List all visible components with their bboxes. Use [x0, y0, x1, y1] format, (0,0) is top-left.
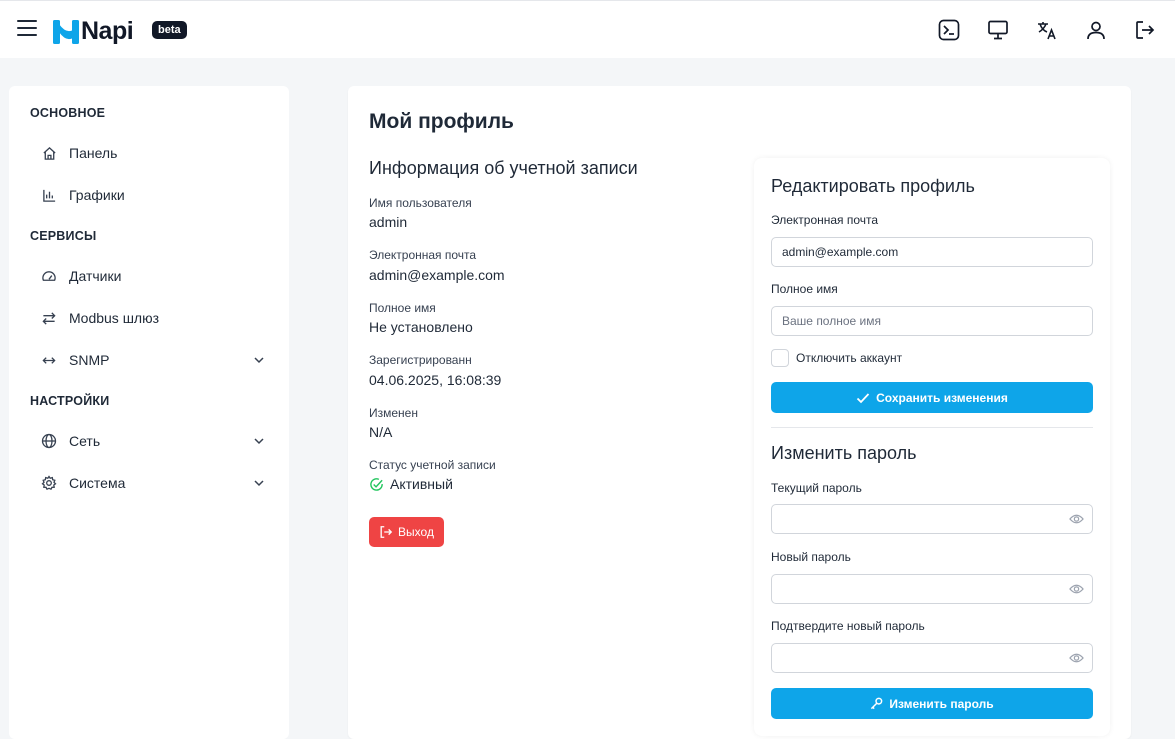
- beta-badge: beta: [152, 21, 187, 39]
- sidebar-item-label: Система: [69, 475, 126, 491]
- bar-chart-icon: [39, 185, 59, 205]
- chevron-down-icon[interactable]: [251, 475, 267, 491]
- globe-icon: [39, 431, 59, 451]
- email-value: admin@example.com: [369, 267, 505, 283]
- new-password-label: Новый пароль: [771, 550, 851, 564]
- save-changes-label: Сохранить изменения: [876, 390, 1008, 405]
- sidebar-item-snmp[interactable]: SNMP: [39, 344, 267, 376]
- user-icon[interactable]: [1083, 17, 1108, 42]
- new-password-field[interactable]: [771, 574, 1093, 604]
- page-title: Мой профиль: [369, 110, 514, 133]
- divider: [771, 427, 1093, 428]
- edit-profile-title: Редактировать профиль: [771, 176, 975, 196]
- status-badge: Активный: [369, 476, 453, 492]
- change-password-button[interactable]: Изменить пароль: [771, 688, 1093, 719]
- disable-account-label: Отключить аккаунт: [796, 351, 903, 365]
- sidebar-item-label: SNMP: [69, 352, 110, 368]
- profile-card: Мой профиль Информация об учетной записи…: [348, 86, 1131, 739]
- confirm-password-field[interactable]: [771, 643, 1093, 673]
- logout-button[interactable]: Выход: [369, 517, 444, 547]
- registered-label: Зарегистрированн: [369, 353, 472, 367]
- email-label: Электронная почта: [369, 248, 477, 262]
- current-password-label: Текущий пароль: [771, 481, 862, 495]
- sidebar-section-settings: НАСТРОЙКИ: [30, 394, 110, 408]
- sidebar-item-dashboard[interactable]: Панель: [39, 137, 267, 169]
- edit-fullname-label: Полное имя: [771, 282, 838, 296]
- username-label: Имя пользователя: [369, 196, 472, 210]
- sidebar-item-modbus[interactable]: Modbus шлюз: [39, 302, 267, 334]
- fullname-field[interactable]: [771, 306, 1093, 336]
- email-field[interactable]: [771, 237, 1093, 267]
- username-value: admin: [369, 214, 408, 230]
- eye-icon[interactable]: [1069, 651, 1084, 665]
- eye-icon[interactable]: [1069, 512, 1084, 526]
- modified-value: N/A: [369, 424, 393, 440]
- modified-label: Изменен: [369, 406, 418, 420]
- monitor-icon[interactable]: [985, 17, 1010, 42]
- account-info-title: Информация об учетной записи: [369, 158, 638, 178]
- home-icon: [39, 143, 59, 163]
- sidebar: ОСНОВНОЕ Панель Графики СЕРВИСЫ Датчики …: [9, 86, 289, 739]
- top-bar: Napi beta: [0, 0, 1175, 58]
- sidebar-item-label: Датчики: [69, 268, 122, 284]
- current-password-wrapper: [771, 504, 1093, 534]
- sidebar-item-label: Modbus шлюз: [69, 310, 160, 326]
- sidebar-item-label: Сеть: [69, 433, 101, 449]
- save-changes-button[interactable]: Сохранить изменения: [771, 382, 1093, 413]
- chevron-down-icon[interactable]: [251, 352, 267, 368]
- arrows-horizontal-icon: [39, 350, 59, 370]
- arrows-exchange-icon: [39, 308, 59, 328]
- edit-profile-panel: Редактировать профиль Электронная почта …: [754, 158, 1110, 736]
- account-status-value: Активный: [390, 476, 453, 492]
- sidebar-item-network[interactable]: Сеть: [39, 425, 267, 457]
- disable-account-checkbox[interactable]: [771, 349, 789, 367]
- sidebar-item-system[interactable]: Система: [39, 467, 267, 499]
- sidebar-section-services: СЕРВИСЫ: [30, 229, 97, 243]
- sidebar-section-main: ОСНОВНОЕ: [30, 106, 106, 120]
- brand-name: Napi: [81, 17, 134, 45]
- current-password-field[interactable]: [771, 504, 1093, 534]
- confirm-password-label: Подтвердите новый пароль: [771, 619, 925, 633]
- sidebar-item-label: Панель: [69, 145, 118, 161]
- logout-icon: [380, 526, 393, 538]
- translate-icon[interactable]: [1034, 17, 1059, 42]
- sidebar-item-label: Графики: [69, 187, 125, 203]
- new-password-wrapper: [771, 574, 1093, 604]
- key-icon: [871, 697, 883, 710]
- sidebar-item-charts[interactable]: Графики: [39, 179, 267, 211]
- gear-icon: [39, 473, 59, 493]
- logout-icon[interactable]: [1132, 17, 1157, 42]
- registered-value: 04.06.2025, 16:08:39: [369, 372, 502, 388]
- gauge-icon: [39, 266, 59, 286]
- chevron-down-icon[interactable]: [251, 433, 267, 449]
- account-status-label: Статус учетной записи: [369, 458, 496, 472]
- check-circle-icon: [370, 477, 383, 491]
- sidebar-item-sensors[interactable]: Датчики: [39, 260, 267, 292]
- napi-logo-icon: [53, 19, 79, 44]
- eye-icon[interactable]: [1069, 582, 1084, 596]
- logo[interactable]: Napi: [53, 17, 134, 46]
- fullname-value: Не установлено: [369, 319, 473, 335]
- change-password-label: Изменить пароль: [889, 696, 994, 711]
- check-icon: [856, 392, 870, 403]
- edit-email-label: Электронная почта: [771, 213, 879, 227]
- change-password-title: Изменить пароль: [771, 443, 917, 463]
- confirm-password-wrapper: [771, 643, 1093, 673]
- fullname-label: Полное имя: [369, 301, 436, 315]
- terminal-icon[interactable]: [936, 17, 961, 42]
- logout-label: Выход: [398, 525, 434, 539]
- disable-account-row: Отключить аккаунт: [771, 349, 902, 367]
- menu-icon[interactable]: [17, 20, 37, 38]
